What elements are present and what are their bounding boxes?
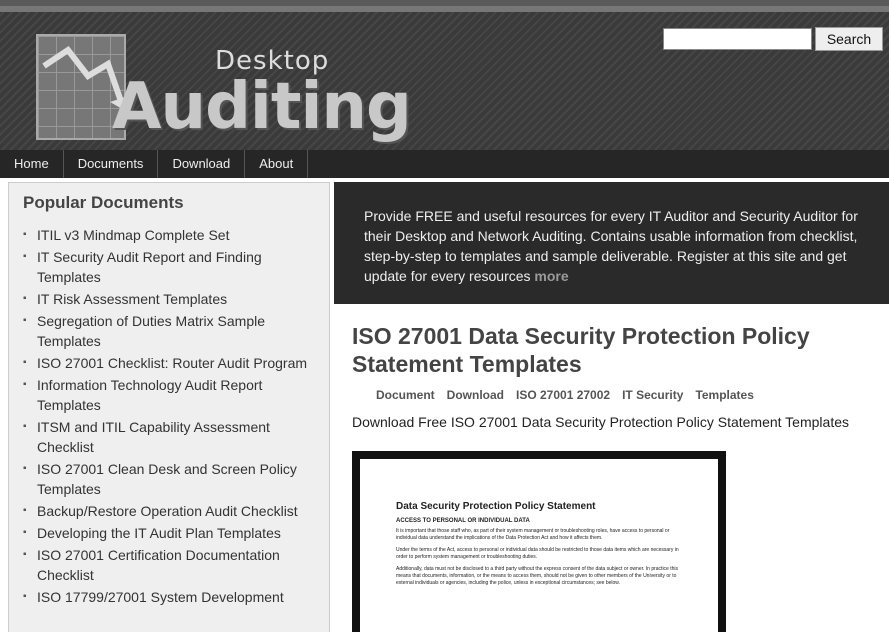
site-header: Desktop Auditing Search xyxy=(0,0,889,150)
list-item[interactable]: ISO 17799/27001 System Development xyxy=(23,587,323,607)
popular-documents-sidebar: Popular Documents ITIL v3 Mindmap Comple… xyxy=(8,182,330,632)
sidebar-title: Popular Documents xyxy=(23,193,184,212)
tag-link[interactable]: Download xyxy=(447,388,506,402)
list-item[interactable]: ITSM and ITIL Capability Assessment Chec… xyxy=(23,417,323,457)
banner-text: Provide FREE and useful resources for ev… xyxy=(364,208,858,284)
list-item[interactable]: ITIL v3 Mindmap Complete Set xyxy=(23,225,323,245)
main-nav: Home Documents Download About xyxy=(0,150,889,178)
preview-paragraph: Under the terms of the Act, access to pe… xyxy=(396,547,679,560)
more-link[interactable]: more xyxy=(534,268,568,284)
nav-home[interactable]: Home xyxy=(0,150,64,178)
list-item[interactable]: Segregation of Duties Matrix Sample Temp… xyxy=(23,311,323,351)
site-logo[interactable]: Desktop Auditing xyxy=(30,22,412,148)
tag-link[interactable]: Document xyxy=(376,388,437,402)
preview-subheading: ACCESS TO PERSONAL OR INDIVIDUAL DATA xyxy=(396,518,530,524)
list-item[interactable]: Information Technology Audit Report Temp… xyxy=(23,375,323,415)
list-item[interactable]: Developing the IT Audit Plan Templates xyxy=(23,523,323,543)
nav-download[interactable]: Download xyxy=(158,150,246,178)
preview-paragraph: Additionally, data must not be disclosed… xyxy=(396,566,679,586)
document-preview-image[interactable]: Data Security Protection Policy Statemen… xyxy=(352,451,726,632)
intro-banner: Provide FREE and useful resources for ev… xyxy=(334,182,889,304)
article-title[interactable]: ISO 27001 Data Security Protection Polic… xyxy=(352,322,872,378)
nav-documents[interactable]: Documents xyxy=(64,150,159,178)
popular-documents-list: ITIL v3 Mindmap Complete Set IT Security… xyxy=(23,225,323,609)
list-item[interactable]: ISO 27001 Checklist: Router Audit Progra… xyxy=(23,353,323,373)
tag-link[interactable]: Templates xyxy=(695,388,755,402)
list-item[interactable]: IT Security Audit Report and Finding Tem… xyxy=(23,247,323,287)
tag-link[interactable]: IT Security xyxy=(622,388,685,402)
article-tags: Document Download ISO 27001 27002 IT Sec… xyxy=(376,388,756,402)
list-item[interactable]: IT Risk Assessment Templates xyxy=(23,289,323,309)
preview-paragraph: It is important that those staff who, as… xyxy=(396,528,670,541)
document-preview-page: Data Security Protection Policy Statemen… xyxy=(360,459,718,632)
logo-text-auditing: Auditing xyxy=(112,70,412,144)
preview-heading: Data Security Protection Policy Statemen… xyxy=(396,501,596,512)
list-item[interactable]: Backup/Restore Operation Audit Checklist xyxy=(23,501,323,521)
article-description: Download Free ISO 27001 Data Security Pr… xyxy=(352,414,849,430)
search-button[interactable]: Search xyxy=(815,27,883,51)
search-input[interactable] xyxy=(663,28,812,50)
list-item[interactable]: ISO 27001 Certification Documentation Ch… xyxy=(23,545,323,585)
tag-link[interactable]: ISO 27001 27002 xyxy=(516,388,612,402)
list-item[interactable]: ISO 27001 Clean Desk and Screen Policy T… xyxy=(23,459,323,499)
nav-about[interactable]: About xyxy=(245,150,309,178)
